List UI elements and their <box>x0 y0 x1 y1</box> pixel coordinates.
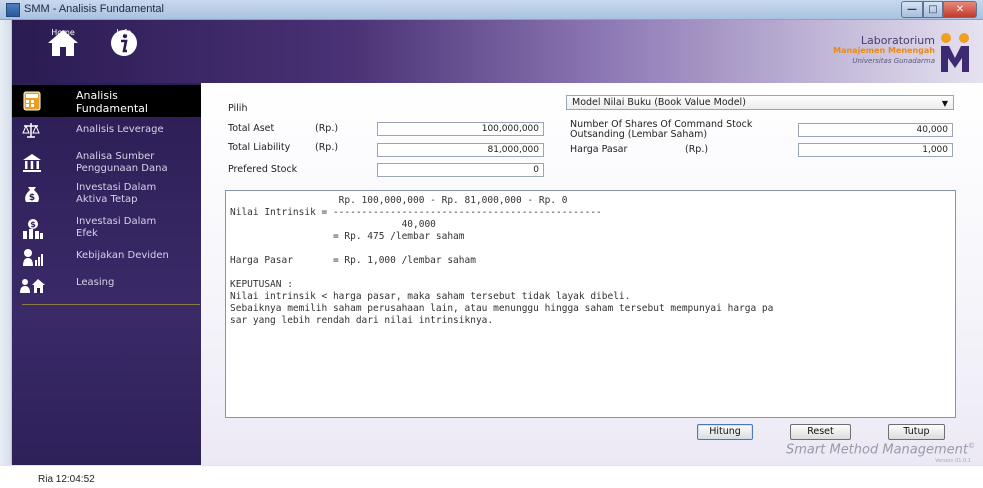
total-liability-label: Total Liability <box>228 142 291 153</box>
pilih-label: Pilih <box>228 103 248 114</box>
window-controls: — □ ✕ <box>901 1 977 19</box>
result-line: Rp. 100,000,000 - Rp. 81,000,000 - Rp. 0 <box>230 195 568 206</box>
sidebar-item-leasing[interactable]: Leasing <box>12 273 201 295</box>
total-aset-label: Total Aset <box>228 123 275 134</box>
sidebar-divider <box>22 304 200 305</box>
prefered-stock-input[interactable]: 0 <box>377 163 544 177</box>
result-line: Nilai intrinsik < harga pasar, maka saha… <box>230 291 631 302</box>
sidebar-item-label: Investasi Dalam Aktiva Tetap <box>76 182 156 206</box>
maximize-button[interactable]: □ <box>923 1 943 18</box>
title-bar[interactable]: SMM - Analisis Fundamental — □ ✕ <box>0 0 983 20</box>
sidebar-item-label-line2: Aktiva Tetap <box>76 194 138 205</box>
leasing-icon <box>20 279 45 293</box>
close-button[interactable]: ✕ <box>943 1 977 18</box>
logo-line-3: Universitas Gunadarma <box>852 57 935 65</box>
sidebar-item-analisis-leverage[interactable]: Analisis Leverage <box>12 120 201 140</box>
app-window: SMM - Analisis Fundamental — □ ✕ Home In… <box>0 0 983 488</box>
status-bar: Ria 12:04:52 <box>0 465 983 488</box>
sidebar-item-label-line2: Penggunaan Dana <box>76 163 168 174</box>
chevron-down-icon: ▼ <box>941 99 948 108</box>
total-aset-unit: (Rp.) <box>315 123 339 134</box>
hitung-button[interactable]: Hitung <box>697 424 753 440</box>
result-textarea[interactable]: Rp. 100,000,000 - Rp. 81,000,000 - Rp. 0… <box>225 190 956 418</box>
lab-logo-text: Laboratorium Manajemen Menengah Universi… <box>833 34 935 66</box>
harga-pasar-input[interactable]: 1,000 <box>798 143 953 157</box>
svg-text:$: $ <box>29 193 35 203</box>
reset-button[interactable]: Reset <box>790 424 851 440</box>
lab-logo-icon <box>941 33 969 72</box>
sidebar-item-label: Analisis Leverage <box>76 124 164 135</box>
main-panel: Pilih Model Nilai Buku (Book Value Model… <box>201 83 983 465</box>
sidebar-item-label-line1: Investasi Dalam <box>76 182 157 193</box>
money-bag-icon: $ <box>25 187 39 203</box>
sidebar-item-label-line2: Efek <box>76 228 98 239</box>
result-line: = Rp. 475 /lembar saham <box>230 231 465 242</box>
logo-line-2: Manajemen Menengah <box>833 46 935 55</box>
sidebar-item-label: Analisis Fundamental <box>76 89 148 115</box>
result-line: KEPUTUSAN : <box>230 279 293 290</box>
sidebar-item-analisa-sumber[interactable]: Analisa Sumber Penggunaan Dana <box>12 149 201 177</box>
calculator-icon <box>23 91 41 111</box>
brand-watermark: Smart Method Management© <box>786 442 975 457</box>
info-label: Info <box>116 28 132 37</box>
sidebar-item-investasi-aktiva-tetap[interactable]: $ Investasi Dalam Aktiva Tetap <box>12 180 201 208</box>
window-title: SMM - Analisis Fundamental <box>24 3 164 15</box>
bank-icon <box>23 154 41 172</box>
sidebar-item-label-line2: Fundamental <box>76 102 148 115</box>
home-label: Home <box>51 28 75 37</box>
dividend-chart-icon <box>23 249 43 266</box>
prefered-stock-label: Prefered Stock <box>228 164 298 175</box>
trademark-symbol: © <box>968 442 975 450</box>
logo-line-1: Laboratorium <box>860 34 935 47</box>
sidebar-item-label: Kebijakan Deviden <box>76 250 169 261</box>
minimize-button[interactable]: — <box>901 1 923 18</box>
header-banner: Home Info Laboratorium Manajemen Menenga… <box>12 20 983 83</box>
model-select-value: Model Nilai Buku (Book Value Model) <box>572 97 746 108</box>
sidebar-item-analisis-fundamental[interactable]: Analisis Fundamental <box>12 85 201 117</box>
window-frame-left <box>0 20 12 465</box>
sidebar-item-kebijakan-deviden[interactable]: Kebijakan Deviden <box>12 246 201 268</box>
harga-pasar-unit: (Rp.) <box>685 144 709 155</box>
model-select[interactable]: Model Nilai Buku (Book Value Model) ▼ <box>566 95 954 110</box>
shares-outstanding-input[interactable]: 40,000 <box>798 123 953 137</box>
sidebar-item-label: Analisa Sumber Penggunaan Dana <box>76 151 168 175</box>
sidebar-item-investasi-efek[interactable]: $ Investasi Dalam Efek <box>12 214 201 242</box>
brand-watermark-text: Smart Method Management <box>786 442 968 458</box>
total-liability-unit: (Rp.) <box>315 142 339 153</box>
total-aset-input[interactable]: 100,000,000 <box>377 122 544 136</box>
stocks-icon: $ <box>23 219 43 239</box>
result-line: Sebaiknya memilih saham perusahaan lain,… <box>230 303 774 314</box>
sidebar-item-label: Leasing <box>76 277 115 288</box>
tutup-button[interactable]: Tutup <box>888 424 945 440</box>
status-text: Ria 12:04:52 <box>38 474 95 485</box>
harga-pasar-label: Harga Pasar <box>570 144 628 155</box>
result-line: sar yang lebih rendah dari nilai intrins… <box>230 315 494 326</box>
result-line: Harga Pasar = Rp. 1,000 /lembar saham <box>230 255 476 266</box>
balance-icon <box>22 123 40 138</box>
sidebar-item-label-line1: Analisa Sumber <box>76 151 155 162</box>
version-text: Version 01.0.1 <box>935 458 971 464</box>
shares-outstanding-label: Number Of Shares Of Command Stock Outsan… <box>570 120 752 140</box>
total-liability-input[interactable]: 81,000,000 <box>377 143 544 157</box>
home-button[interactable]: Home <box>38 26 88 78</box>
app-icon <box>6 3 20 17</box>
sidebar-item-label-line1: Investasi Dalam <box>76 216 157 227</box>
shares-label-line2: Outsanding (Lembar Saham) <box>570 129 708 140</box>
sidebar-item-label-line1: Analisis <box>76 89 118 102</box>
result-line: Nilai Intrinsik = ----------------------… <box>230 207 602 218</box>
sidebar: Analisis Fundamental Analisis Leverage A… <box>12 83 201 465</box>
info-button[interactable]: Info <box>99 26 149 78</box>
result-line: 40,000 <box>230 219 436 230</box>
sidebar-item-label: Investasi Dalam Efek <box>76 216 156 240</box>
svg-text:$: $ <box>30 220 36 229</box>
